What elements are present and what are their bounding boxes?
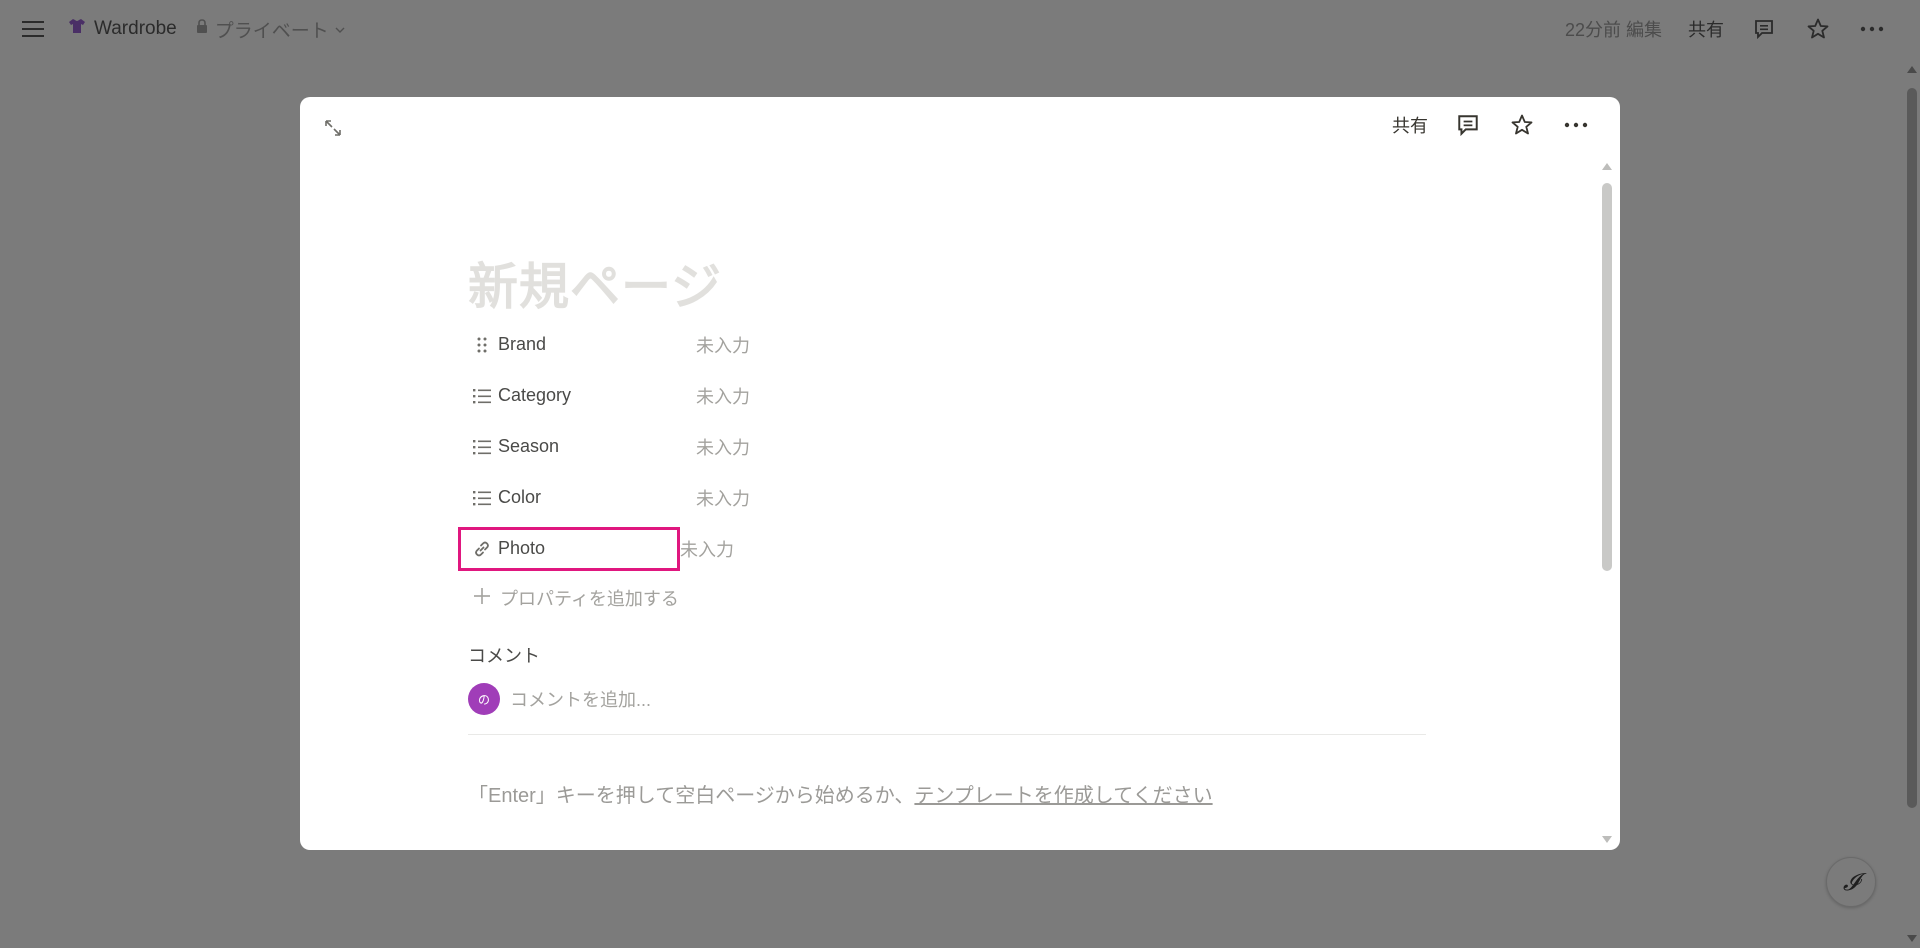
property-value[interactable]: 未入力 [696,383,750,409]
property-name[interactable]: Color [468,476,696,520]
property-label: Brand [498,334,547,354]
workspace-title: Wardrobe [94,18,177,39]
scroll-up-arrow[interactable] [1602,163,1612,170]
chevron-down-icon [335,18,345,40]
property-name[interactable]: Photo [458,526,680,571]
star-icon[interactable] [1804,15,1832,43]
property-name[interactable]: Season [468,425,696,469]
property-row-brand[interactable]: Brand 未入力 [468,319,1428,370]
property-value[interactable]: 未入力 [696,485,750,511]
list-icon [472,386,492,406]
hint-text: 「Enter」キーを押して空白ページから始めるか、 [468,785,915,807]
page-title-input[interactable]: 新規ページ [468,247,1428,317]
property-row-photo[interactable]: Photo 未入力 [458,523,1428,574]
list-icon [472,437,492,457]
plus-icon [472,586,492,611]
expand-icon[interactable] [320,115,346,141]
page-scrollbar[interactable] [1904,58,1920,948]
property-row-season[interactable]: Season 未入力 [468,421,1428,472]
modal-share-button[interactable]: 共有 [1392,112,1428,138]
tshirt-icon [68,17,86,41]
comment-icon[interactable] [1454,111,1482,139]
property-label: Season [498,436,560,456]
scrollbar-thumb[interactable] [1602,183,1612,571]
top-bar: Wardrobe プライベート 22分前 編集 共有 [0,0,1904,58]
help-button[interactable]: 𝓘 [1826,857,1876,907]
property-name[interactable]: Brand [468,323,696,367]
share-button[interactable]: 共有 [1688,16,1724,42]
privacy-dropdown[interactable]: プライベート [195,16,345,43]
scroll-down-arrow[interactable] [1907,935,1917,942]
property-label: Category [498,385,572,405]
privacy-label: プライベート [214,20,329,42]
comment-input-row[interactable]: の コメントを追加... [468,682,1428,716]
star-icon[interactable] [1508,111,1536,139]
scroll-up-arrow[interactable] [1907,66,1917,73]
property-row-category[interactable]: Category 未入力 [468,370,1428,421]
link-icon [472,539,492,559]
property-value[interactable]: 未入力 [696,332,750,358]
property-list: Brand 未入力 Category 未入力 Season 未入力 Color … [458,319,1428,574]
empty-page-hint: 「Enter」キーを押して空白ページから始めるか、テンプレートを作成してください [468,779,1428,808]
last-edited: 22分前 編集 [1564,20,1662,40]
breadcrumb[interactable]: Wardrobe [68,17,177,41]
add-property-button[interactable]: プロパティを追加する [468,574,1428,622]
modal-scrollbar[interactable] [1600,163,1614,843]
property-value[interactable]: 未入力 [680,536,734,562]
create-template-link[interactable]: テンプレートを作成してください [914,785,1212,807]
menu-icon[interactable] [18,14,48,44]
property-row-color[interactable]: Color 未入力 [468,472,1428,523]
notion-ai-icon: 𝓘 [1842,868,1860,896]
page-modal: 共有 新規ページ Brand 未入力 Category 未入力 Season 未… [300,97,1620,850]
avatar: の [468,683,500,715]
property-name[interactable]: Category [468,374,696,418]
scrollbar-thumb[interactable] [1907,88,1917,808]
property-value[interactable]: 未入力 [696,434,750,460]
divider [468,734,1426,735]
drag-handle-icon[interactable] [472,335,492,355]
list-icon [472,488,492,508]
page-content: 新規ページ Brand 未入力 Category 未入力 Season 未入力 … [458,247,1428,808]
scroll-down-arrow[interactable] [1602,836,1612,843]
lock-icon [195,18,209,40]
comments-heading: コメント [468,646,540,666]
comment-icon[interactable] [1750,15,1778,43]
more-icon[interactable] [1858,15,1886,43]
more-icon[interactable] [1562,111,1590,139]
property-label: Color [498,487,542,507]
property-label: Photo [498,538,546,558]
add-property-label: プロパティを追加する [500,589,679,609]
comment-input[interactable]: コメントを追加... [510,686,651,712]
